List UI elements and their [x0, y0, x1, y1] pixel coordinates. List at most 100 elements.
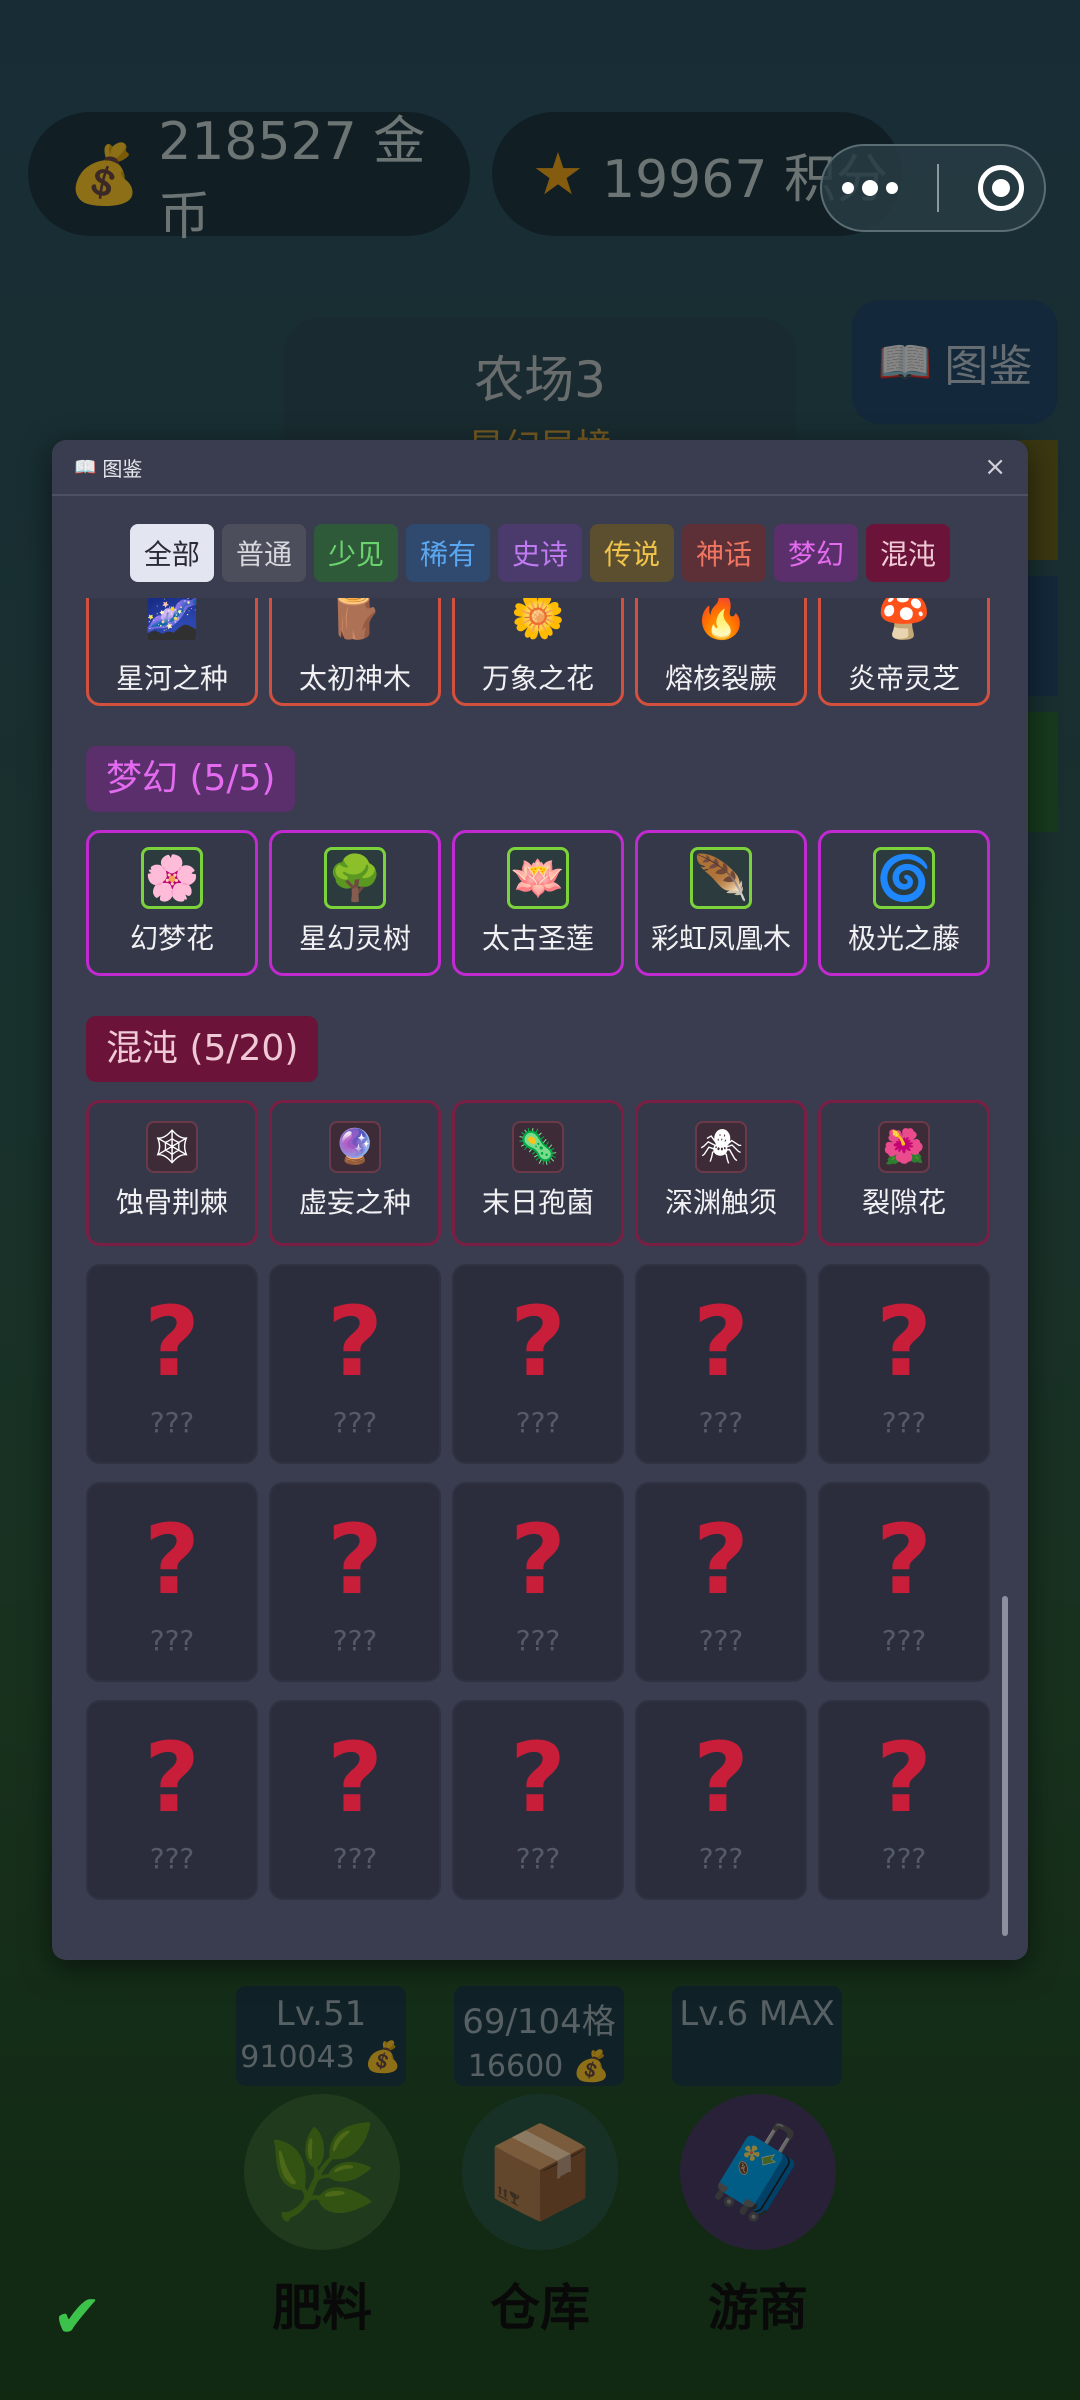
question-mark-icon: ?	[876, 1504, 932, 1616]
dream-section-header: 梦幻 (5/5)	[86, 746, 296, 812]
chaos-item-card[interactable]: 🕷 深渊触须	[635, 1100, 807, 1246]
plant-name: 炎帝灵芝	[847, 662, 960, 695]
rarity-filter-tabs: 全部 普通 少见 稀有 史诗 传说 神话 梦幻 混沌	[52, 524, 1028, 582]
locked-item-card[interactable]: ????	[269, 1700, 441, 1900]
plant-name: 彩虹凤凰木	[650, 922, 791, 955]
unknown-name: ???	[515, 1406, 561, 1439]
plant-icon: 🔮	[329, 1121, 381, 1173]
unknown-name: ???	[149, 1406, 195, 1439]
locked-item-card[interactable]: ????	[452, 1264, 624, 1464]
modal-title: 📖 图鉴	[74, 453, 142, 482]
unknown-name: ???	[698, 1406, 744, 1439]
filter-tab-7[interactable]: 梦幻	[774, 524, 859, 582]
dream-item-card[interactable]: 🪶 彩虹凤凰木	[635, 830, 807, 976]
plant-name: 熔核裂蕨	[664, 662, 777, 695]
question-mark-icon: ?	[144, 1286, 200, 1398]
dream-grid: 🌸 幻梦花 🌳 星幻灵树 🪷 太古圣莲 🪶 彩虹凤凰木 🌀 极光之藤	[86, 830, 992, 976]
unknown-name: ???	[881, 1406, 927, 1439]
close-miniprogram-icon[interactable]	[978, 165, 1025, 211]
unknown-name: ???	[515, 1842, 561, 1875]
plant-name: 星河之种	[115, 662, 228, 695]
plant-icon: 🍄	[876, 598, 932, 642]
unknown-name: ???	[332, 1624, 378, 1657]
question-mark-icon: ?	[693, 1286, 749, 1398]
plant-icon: 🌼	[510, 598, 566, 642]
filter-tab-2[interactable]: 少见	[313, 524, 398, 582]
plant-icon: 🔥	[693, 598, 749, 642]
unknown-name: ???	[332, 1406, 378, 1439]
plant-icon: 🕸	[146, 1121, 198, 1173]
unknown-name: ???	[698, 1842, 744, 1875]
plant-icon: 🪵	[327, 598, 383, 642]
question-mark-icon: ?	[693, 1504, 749, 1616]
plant-icon: 🌌	[144, 598, 200, 642]
scrollbar[interactable]	[1002, 1596, 1008, 1936]
plant-name: 末日孢菌	[481, 1186, 594, 1219]
atlas-scroll-area[interactable]: 🌌 星河之种 🪵 太初神木 🌼 万象之花 🔥 熔核裂蕨 🍄 炎帝灵芝 梦幻 (5/5) 🌸 幻梦花 🌳…	[86, 598, 992, 1942]
filter-tab-4[interactable]: 史诗	[497, 524, 582, 582]
unknown-name: ???	[698, 1624, 744, 1657]
plant-name: 太初神木	[298, 662, 411, 695]
filter-tab-1[interactable]: 普通	[221, 524, 306, 582]
chaos-item-card[interactable]: 🕸 蚀骨荆棘	[86, 1100, 258, 1246]
locked-item-card[interactable]: ????	[269, 1482, 441, 1682]
myth-item-card[interactable]: 🌌 星河之种	[86, 598, 258, 706]
filter-tab-8[interactable]: 混沌	[866, 524, 951, 582]
filter-tab-0[interactable]: 全部	[129, 524, 214, 582]
question-mark-icon: ?	[144, 1722, 200, 1834]
plant-icon: 🪷	[507, 847, 569, 909]
question-mark-icon: ?	[693, 1722, 749, 1834]
locked-item-card[interactable]: ????	[269, 1264, 441, 1464]
more-menu-icon[interactable]	[841, 180, 898, 196]
dream-item-card[interactable]: 🌀 极光之藤	[818, 830, 990, 976]
plant-icon: 🌀	[873, 847, 935, 909]
capsule-divider	[936, 164, 939, 212]
question-mark-icon: ?	[510, 1286, 566, 1398]
myth-item-card[interactable]: 🔥 熔核裂蕨	[635, 598, 807, 706]
plant-icon: 🪶	[690, 847, 752, 909]
modal-header: 📖 图鉴 ×	[52, 440, 1028, 496]
locked-item-card[interactable]: ????	[86, 1264, 258, 1464]
dream-item-card[interactable]: 🌸 幻梦花	[86, 830, 258, 976]
book-icon: 📖	[74, 456, 97, 478]
locked-item-card[interactable]: ????	[635, 1264, 807, 1464]
locked-item-card[interactable]: ????	[86, 1700, 258, 1900]
modal-title-text: 图鉴	[102, 456, 143, 481]
plant-name: 太古圣莲	[481, 922, 594, 955]
plant-name: 蚀骨荆棘	[115, 1186, 228, 1219]
chaos-item-card[interactable]: 🔮 虚妄之种	[269, 1100, 441, 1246]
locked-item-card[interactable]: ????	[818, 1700, 990, 1900]
plant-icon: 🕷	[695, 1121, 747, 1173]
myth-item-card[interactable]: 🌼 万象之花	[452, 598, 624, 706]
myth-item-card[interactable]: 🪵 太初神木	[269, 598, 441, 706]
locked-item-card[interactable]: ????	[86, 1482, 258, 1682]
locked-item-card[interactable]: ????	[635, 1482, 807, 1682]
plant-icon: 🦠	[512, 1121, 564, 1173]
miniprogram-capsule	[820, 144, 1046, 232]
filter-tab-6[interactable]: 神话	[682, 524, 767, 582]
question-mark-icon: ?	[327, 1722, 383, 1834]
filter-tab-3[interactable]: 稀有	[405, 524, 490, 582]
locked-item-card[interactable]: ????	[452, 1482, 624, 1682]
locked-item-card[interactable]: ????	[635, 1700, 807, 1900]
question-mark-icon: ?	[876, 1722, 932, 1834]
question-mark-icon: ?	[327, 1286, 383, 1398]
dream-item-card[interactable]: 🌳 星幻灵树	[269, 830, 441, 976]
plant-name: 星幻灵树	[298, 922, 411, 955]
close-icon[interactable]: ×	[984, 452, 1006, 482]
unknown-name: ???	[881, 1842, 927, 1875]
question-mark-icon: ?	[510, 1722, 566, 1834]
dream-item-card[interactable]: 🪷 太古圣莲	[452, 830, 624, 976]
filter-tab-5[interactable]: 传说	[590, 524, 675, 582]
chaos-item-card[interactable]: 🦠 末日孢菌	[452, 1100, 624, 1246]
plant-name: 深渊触须	[664, 1186, 777, 1219]
question-mark-icon: ?	[876, 1286, 932, 1398]
chaos-item-card[interactable]: 🌺 裂隙花	[818, 1100, 990, 1246]
locked-item-card[interactable]: ????	[818, 1482, 990, 1682]
check-icon: ✔	[52, 2282, 103, 2352]
plant-name: 万象之花	[481, 662, 594, 695]
myth-item-card[interactable]: 🍄 炎帝灵芝	[818, 598, 990, 706]
locked-item-card[interactable]: ????	[452, 1700, 624, 1900]
locked-item-card[interactable]: ????	[818, 1264, 990, 1464]
plant-name: 虚妄之种	[298, 1186, 411, 1219]
